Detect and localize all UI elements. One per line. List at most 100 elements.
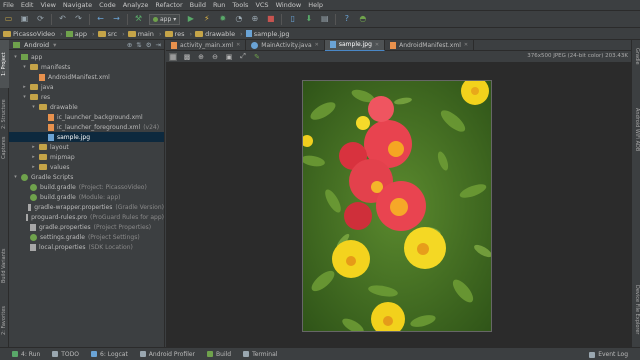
tool-window-button[interactable]: 4: Run xyxy=(12,351,40,358)
color-picker-icon[interactable]: ✎ xyxy=(253,53,261,61)
menu-analyze[interactable]: Analyze xyxy=(123,1,149,9)
tree-item[interactable]: ▾ res xyxy=(9,92,164,102)
project-structure-icon[interactable]: ▤ xyxy=(319,14,330,25)
tree-item[interactable]: ▾ drawable xyxy=(9,102,164,112)
breadcrumb-item[interactable]: src › xyxy=(97,30,125,38)
collapsed-arrow-icon[interactable]: ▸ xyxy=(31,164,36,170)
menu-window[interactable]: Window xyxy=(276,1,302,9)
tree-item[interactable]: proguard-rules.pro (ProGuard Rules for ap… xyxy=(9,212,164,222)
save-icon[interactable]: ▣ xyxy=(19,14,30,25)
tree-item[interactable]: ▾ manifests xyxy=(9,62,164,72)
tree-item[interactable]: gradle-wrapper.properties (Gradle Version… xyxy=(9,202,164,212)
sdk-manager-icon[interactable]: ⬇ xyxy=(303,14,314,25)
tree-item[interactable]: local.properties (SDK Location) xyxy=(9,242,164,252)
tree-item[interactable]: ▸ java xyxy=(9,82,164,92)
breadcrumb-item[interactable]: app › xyxy=(65,30,95,38)
fit-zoom-icon[interactable]: ⤢ xyxy=(239,52,247,61)
avd-manager-icon[interactable]: ▯ xyxy=(287,14,298,25)
tree-item[interactable]: build.gradle (Module: app) xyxy=(9,192,164,202)
editor-tab[interactable]: sample.jpg ✕ xyxy=(324,39,386,51)
tree-item[interactable]: ▾ app xyxy=(9,52,164,62)
tree-item[interactable]: ▾ Gradle Scripts xyxy=(9,172,164,182)
collapsed-arrow-icon[interactable]: ▸ xyxy=(22,84,27,90)
tool-window-button[interactable]: Build xyxy=(207,351,231,358)
menu-help[interactable]: Help xyxy=(308,1,323,9)
profile-icon[interactable]: ◔ xyxy=(233,14,244,25)
undo-icon[interactable]: ↶ xyxy=(57,14,68,25)
menu-build[interactable]: Build xyxy=(190,1,206,9)
back-icon[interactable]: ← xyxy=(95,14,106,25)
tree-item[interactable]: build.gradle (Project: PicassoVideo) xyxy=(9,182,164,192)
apply-changes-icon[interactable]: ⚡ xyxy=(201,14,212,25)
project-view-select[interactable]: Android xyxy=(24,41,49,49)
menu-refactor[interactable]: Refactor xyxy=(155,1,182,9)
tree-item[interactable]: ▸ layout xyxy=(9,142,164,152)
gear-icon[interactable]: ⚙ xyxy=(146,41,152,49)
right-tool-tab[interactable]: Device File Explorer xyxy=(632,276,640,344)
chevron-down-icon[interactable]: ▾ xyxy=(53,41,56,49)
debug-icon[interactable]: ✹ xyxy=(217,14,228,25)
tool-window-button[interactable]: Terminal xyxy=(243,351,277,358)
right-tool-tab[interactable]: Gradle xyxy=(632,42,640,70)
attach-debugger-icon[interactable]: ⊕ xyxy=(249,14,260,25)
tree-item[interactable]: AndroidManifest.xml xyxy=(9,72,164,82)
left-tool-tab[interactable]: Build Variants xyxy=(0,240,9,292)
editor-tab[interactable]: AndroidManifest.xml ✕ xyxy=(385,39,475,51)
chessboard-icon[interactable]: ▩ xyxy=(183,53,191,61)
hide-icon[interactable]: ⇥ xyxy=(156,41,161,49)
collapsed-arrow-icon[interactable]: ▸ xyxy=(31,154,36,160)
left-tool-tab[interactable]: Captures xyxy=(0,130,9,166)
breadcrumb-item[interactable]: main › xyxy=(127,30,162,38)
run-icon[interactable]: ▶ xyxy=(185,14,196,25)
menu-file[interactable]: File xyxy=(3,1,14,9)
stop-icon[interactable]: ■ xyxy=(265,14,276,25)
make-project-icon[interactable]: ⚒ xyxy=(133,14,144,25)
tree-item[interactable]: sample.jpg xyxy=(9,132,164,142)
expanded-arrow-icon[interactable]: ▾ xyxy=(22,94,27,100)
close-icon[interactable]: ✕ xyxy=(375,42,379,48)
menu-vcs[interactable]: VCS xyxy=(255,1,268,9)
locate-icon[interactable]: ⊕ xyxy=(127,41,132,49)
open-folder-icon[interactable]: ▭ xyxy=(3,14,14,25)
help-icon[interactable]: ? xyxy=(341,14,352,25)
actual-size-icon[interactable]: ▣ xyxy=(225,53,233,61)
left-tool-tab[interactable]: 1: Project xyxy=(0,40,9,88)
tool-window-button[interactable]: TODO xyxy=(52,351,79,358)
tool-window-button[interactable]: Android Profiler xyxy=(139,351,195,358)
breadcrumb-item[interactable]: sample.jpg xyxy=(245,30,289,38)
redo-icon[interactable]: ↷ xyxy=(73,14,84,25)
tool-window-button[interactable]: 6: Logcat xyxy=(91,351,128,358)
menu-navigate[interactable]: Navigate xyxy=(63,1,92,9)
event-log-button[interactable]: Event Log xyxy=(589,351,628,358)
tree-item[interactable]: ▸ values xyxy=(9,162,164,172)
zoom-out-icon[interactable]: ⊖ xyxy=(211,53,219,61)
menu-code[interactable]: Code xyxy=(99,1,116,9)
tree-item[interactable]: settings.gradle (Project Settings) xyxy=(9,232,164,242)
tree-item[interactable]: ic_launcher_background.xml xyxy=(9,112,164,122)
close-icon[interactable]: ✕ xyxy=(315,42,319,48)
run-config-select[interactable]: app ▾ xyxy=(149,13,181,25)
tree-item[interactable]: ▸ mipmap xyxy=(9,152,164,162)
expanded-arrow-icon[interactable]: ▾ xyxy=(22,64,27,70)
expanded-arrow-icon[interactable]: ▾ xyxy=(31,104,36,110)
expanded-arrow-icon[interactable]: ▾ xyxy=(13,54,18,60)
right-tool-tab[interactable]: Android WiFi ADB xyxy=(632,90,640,170)
tree-item[interactable]: ic_launcher_foreground.xml (v24) xyxy=(9,122,164,132)
editor-tab[interactable]: activity_main.xml ✕ xyxy=(166,39,247,51)
close-icon[interactable]: ✕ xyxy=(464,42,468,48)
menu-run[interactable]: Run xyxy=(213,1,225,9)
tree-item[interactable]: gradle.properties (Project Properties) xyxy=(9,222,164,232)
breadcrumb-item[interactable]: PicassoVideo › xyxy=(3,30,63,38)
breadcrumb-item[interactable]: res › xyxy=(164,30,192,38)
collapsed-arrow-icon[interactable]: ▸ xyxy=(31,144,36,150)
zoom-in-icon[interactable]: ⊕ xyxy=(197,53,205,61)
menu-view[interactable]: View xyxy=(40,1,55,9)
sync-icon[interactable]: ⟳ xyxy=(35,14,46,25)
forward-icon[interactable]: → xyxy=(111,14,122,25)
menu-tools[interactable]: Tools xyxy=(232,1,248,9)
collapse-all-icon[interactable]: ⇅ xyxy=(136,41,141,49)
expanded-arrow-icon[interactable]: ▾ xyxy=(13,174,18,180)
menu-edit[interactable]: Edit xyxy=(21,1,34,9)
breadcrumb-item[interactable]: drawable › xyxy=(195,30,243,38)
editor-tab[interactable]: MainActivity.java ✕ xyxy=(246,39,325,51)
